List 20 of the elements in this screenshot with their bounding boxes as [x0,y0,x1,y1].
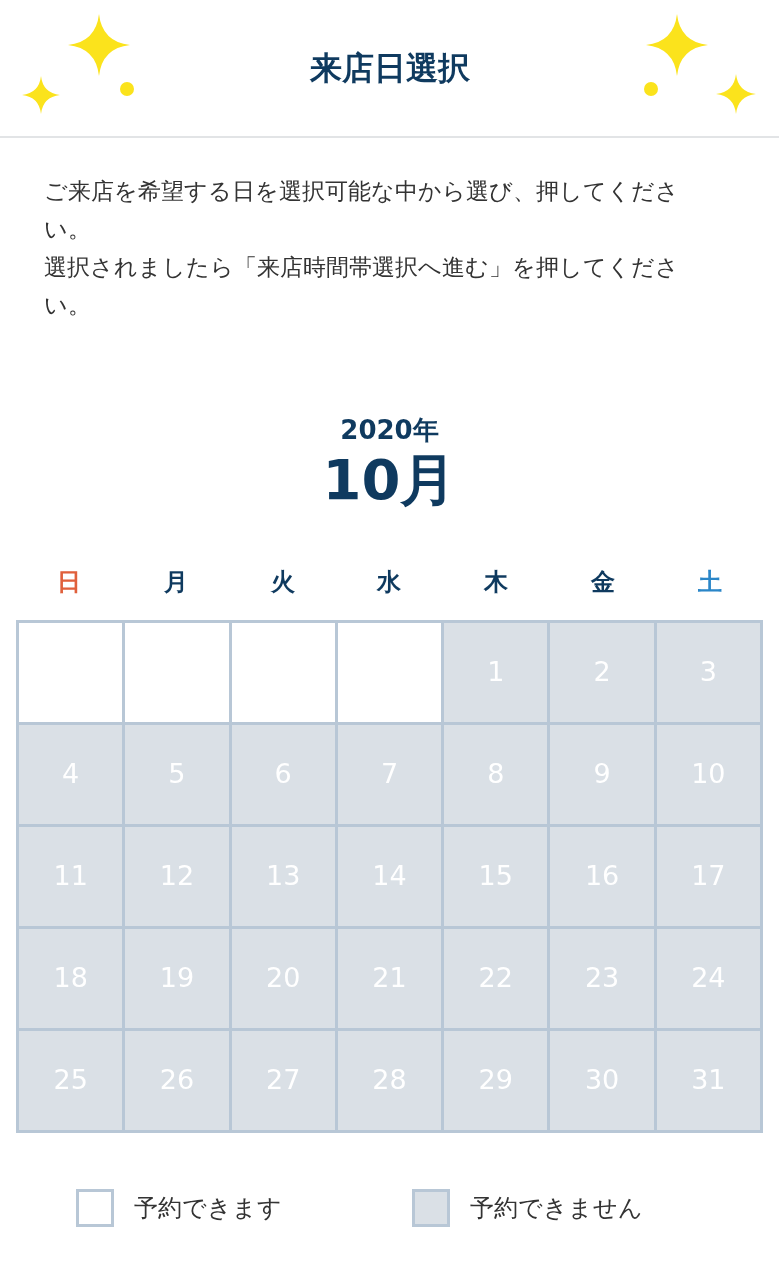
weekday-label: 火 [270,567,295,598]
sparkle-icon [646,14,708,76]
weekday-label: 水 [377,567,402,598]
instruction-text: 選択されましたら「来店時間帯選択へ進む」を押してください。 [44,253,680,320]
month-label: 10月 [322,446,457,514]
page-title: 来店日選択 [309,48,470,89]
weekday-label: 日 [57,567,82,598]
dot-icon [120,82,134,96]
legend-label: 予約できません [470,1193,643,1224]
sparkle-icon [68,14,130,76]
weekday-label: 金 [590,567,615,598]
sparkle-icon [716,74,756,114]
instruction-text: ご来店を希望する日を選択可能な中から選び、押してください。 [44,177,680,244]
sparkle-icon [22,76,60,114]
weekday-label: 土 [697,567,722,598]
weekday-label: 月 [164,567,189,598]
dot-icon [644,82,658,96]
year-label: 2020年 [340,414,439,446]
legend-label: 予約できます [134,1193,282,1224]
weekday-label: 木 [484,567,509,598]
